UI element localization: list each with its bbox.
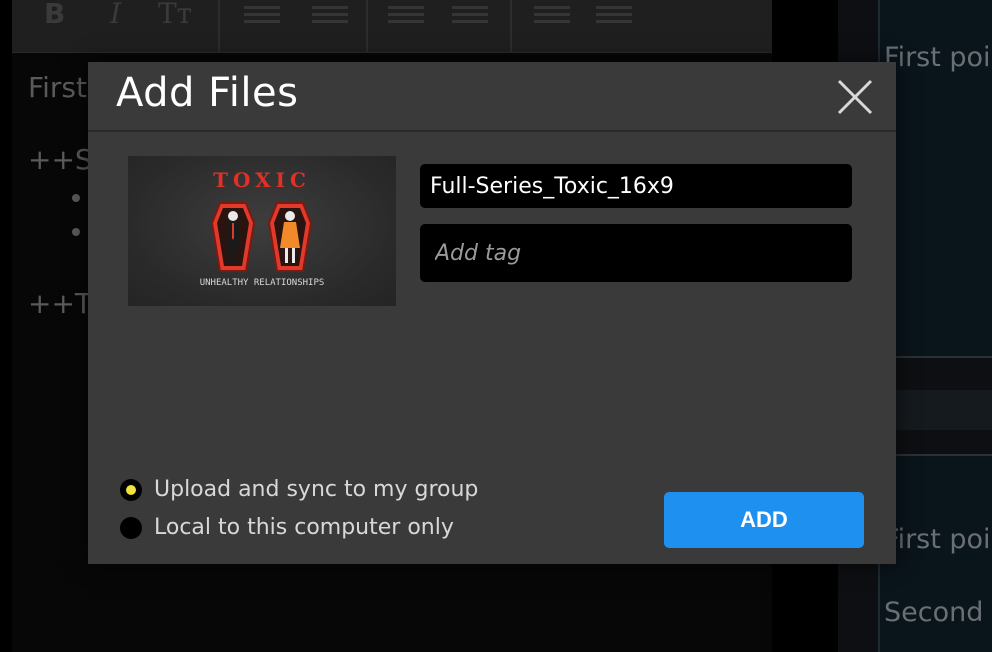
option-label: Upload and sync to my group (154, 477, 479, 502)
local-only-option[interactable]: Local to this computer only (120, 513, 480, 543)
editor-line: First (28, 71, 87, 104)
insert-icon[interactable] (534, 6, 570, 24)
option-label: Local to this computer only (154, 515, 454, 540)
split-icon[interactable] (596, 6, 632, 24)
thumbnail-subtitle: UNHEALTHY RELATIONSHIPS (199, 278, 325, 288)
file-thumbnail: TOXIC UNHEALTHY RELATIONSHIPS (128, 156, 396, 306)
close-button[interactable] (836, 78, 874, 116)
dialog-title: Add Files (116, 70, 299, 116)
radio-button-selected[interactable] (120, 479, 142, 501)
indent-icon[interactable] (452, 6, 488, 24)
bulleted-list-icon[interactable] (244, 6, 280, 24)
preview-text: Second (884, 597, 984, 628)
outdent-icon[interactable] (388, 6, 424, 24)
bold-icon[interactable]: B (44, 0, 65, 30)
radio-button[interactable] (120, 517, 142, 539)
toolbar-divider (218, 0, 220, 52)
preview-text: First poi (884, 524, 991, 555)
file-name-field[interactable] (420, 164, 852, 208)
text-size-icon[interactable]: Tт (158, 0, 192, 30)
italic-icon[interactable]: I (110, 0, 121, 30)
bullet-point (72, 228, 80, 236)
close-icon (837, 79, 873, 115)
add-button[interactable]: ADD (664, 492, 864, 548)
upload-sync-option[interactable]: Upload and sync to my group (120, 475, 480, 505)
preview-text: First poi (884, 42, 991, 73)
toolbar-divider (366, 0, 368, 52)
add-files-dialog: Add Files TOXIC UNHEALTHY RELATIONSHIPS … (88, 62, 896, 564)
bullet-point (72, 194, 80, 202)
formatting-toolbar: B I Tт (12, 0, 772, 53)
add-tag-input[interactable] (420, 224, 852, 282)
dialog-header: Add Files (88, 62, 896, 132)
toolbar-divider (510, 0, 512, 52)
numbered-list-icon[interactable] (312, 6, 348, 24)
